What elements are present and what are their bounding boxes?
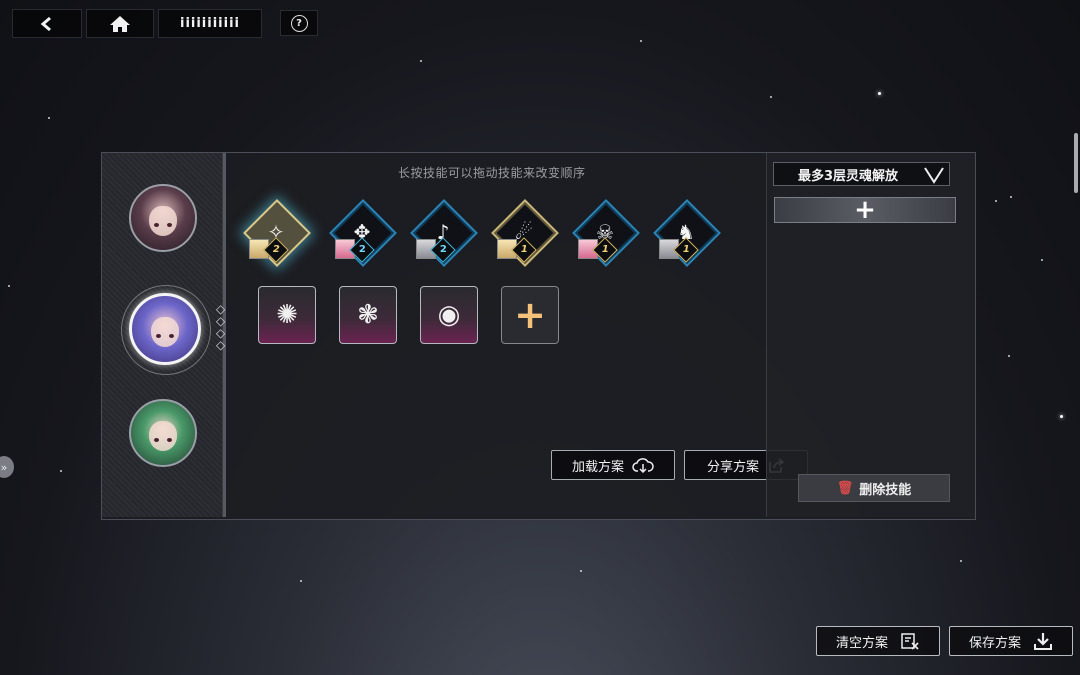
skill-level-value: 2 bbox=[272, 244, 280, 256]
trash-icon: 🗑 bbox=[836, 480, 854, 496]
share-plan-label: 分享方案 bbox=[706, 459, 759, 475]
skill-level-value: 1 bbox=[601, 244, 609, 256]
scrollbar[interactable] bbox=[1074, 133, 1078, 193]
download-icon bbox=[1034, 633, 1052, 650]
delete-skill-button[interactable]: 🗑 删除技能 bbox=[798, 474, 950, 502]
save-plan-label: 保存方案 bbox=[968, 635, 1021, 651]
dropdown-value: 最多3层灵魂解放 bbox=[798, 168, 899, 184]
divider-ornament: ◇ ◇ ◇ ◇ bbox=[216, 302, 226, 352]
swirl-icon: ✺ bbox=[276, 300, 298, 330]
back-button[interactable] bbox=[12, 9, 82, 38]
add-soul-release-button[interactable]: + bbox=[774, 195, 956, 225]
character-avatar-1[interactable] bbox=[129, 184, 197, 252]
active-skill-5[interactable]: ☠ 1 bbox=[572, 199, 640, 267]
chevron-left-icon bbox=[40, 16, 51, 31]
avatar-eyes bbox=[156, 334, 174, 339]
skill-level-value: 2 bbox=[358, 244, 366, 256]
skill-level-value: 2 bbox=[439, 244, 447, 256]
active-skill-4[interactable]: ☄ 1 bbox=[491, 199, 559, 267]
home-icon bbox=[110, 15, 130, 32]
orb-icon: ◉ bbox=[437, 300, 461, 330]
help-button[interactable]: ? bbox=[280, 10, 318, 36]
side-expand-tab[interactable]: » bbox=[0, 456, 14, 478]
active-skill-3[interactable]: ♪ 2 bbox=[410, 199, 478, 267]
character-column bbox=[102, 153, 226, 517]
avatar-eyes bbox=[154, 438, 172, 443]
skill-level-value: 1 bbox=[682, 244, 690, 256]
chevron-down-icon bbox=[924, 167, 944, 184]
avatar-face bbox=[149, 206, 177, 237]
skill-panel: ◇ ◇ ◇ ◇ 长按技能可以拖动技能来改变顺序 ✧ 2 ✥ 2 ♪ 2 ☄ 1 ☠ 1 ♞ 1 ✺ ❃ ◉ … bbox=[101, 152, 976, 520]
home-button[interactable] bbox=[86, 9, 154, 38]
page-title: iiiiiiiiiii bbox=[158, 9, 262, 38]
passive-skill-1[interactable]: ✺ bbox=[258, 286, 316, 344]
character-avatar-3[interactable] bbox=[129, 399, 197, 467]
character-avatar-2[interactable] bbox=[129, 293, 201, 365]
avatar-face bbox=[151, 317, 179, 348]
soul-release-dropdown[interactable]: 最多3层灵魂解放 bbox=[773, 162, 950, 186]
active-skill-6[interactable]: ♞ 1 bbox=[653, 199, 721, 267]
help-icon: ? bbox=[290, 14, 308, 32]
clear-plan-button[interactable]: 清空方案 bbox=[816, 626, 940, 656]
clear-plan-label: 清空方案 bbox=[835, 635, 888, 651]
load-plan-label: 加载方案 bbox=[571, 459, 624, 475]
passive-skill-2[interactable]: ❃ bbox=[339, 286, 397, 344]
soul-release-column: 最多3层灵魂解放 + 🗑 删除技能 bbox=[766, 153, 975, 517]
skill-level-value: 1 bbox=[520, 244, 528, 256]
passive-skill-3[interactable]: ◉ bbox=[420, 286, 478, 344]
delete-skill-label: 删除技能 bbox=[859, 482, 912, 498]
cloud-download-icon bbox=[632, 458, 654, 473]
top-nav: iiiiiiiiiii bbox=[12, 9, 262, 38]
avatar-eyes bbox=[154, 223, 172, 228]
add-passive-button[interactable]: + bbox=[501, 286, 559, 344]
plus-icon: + bbox=[854, 195, 876, 225]
drag-hint-text: 长按技能可以拖动技能来改变顺序 bbox=[398, 166, 586, 180]
clear-list-icon bbox=[901, 633, 919, 650]
active-skill-2[interactable]: ✥ 2 bbox=[329, 199, 397, 267]
plus-icon: + bbox=[514, 293, 546, 337]
avatar-face bbox=[149, 421, 177, 452]
load-plan-button[interactable]: 加载方案 bbox=[551, 450, 675, 480]
save-plan-button[interactable]: 保存方案 bbox=[949, 626, 1073, 656]
active-skill-1[interactable]: ✧ 2 bbox=[243, 199, 311, 267]
burst-icon: ❃ bbox=[357, 300, 379, 330]
